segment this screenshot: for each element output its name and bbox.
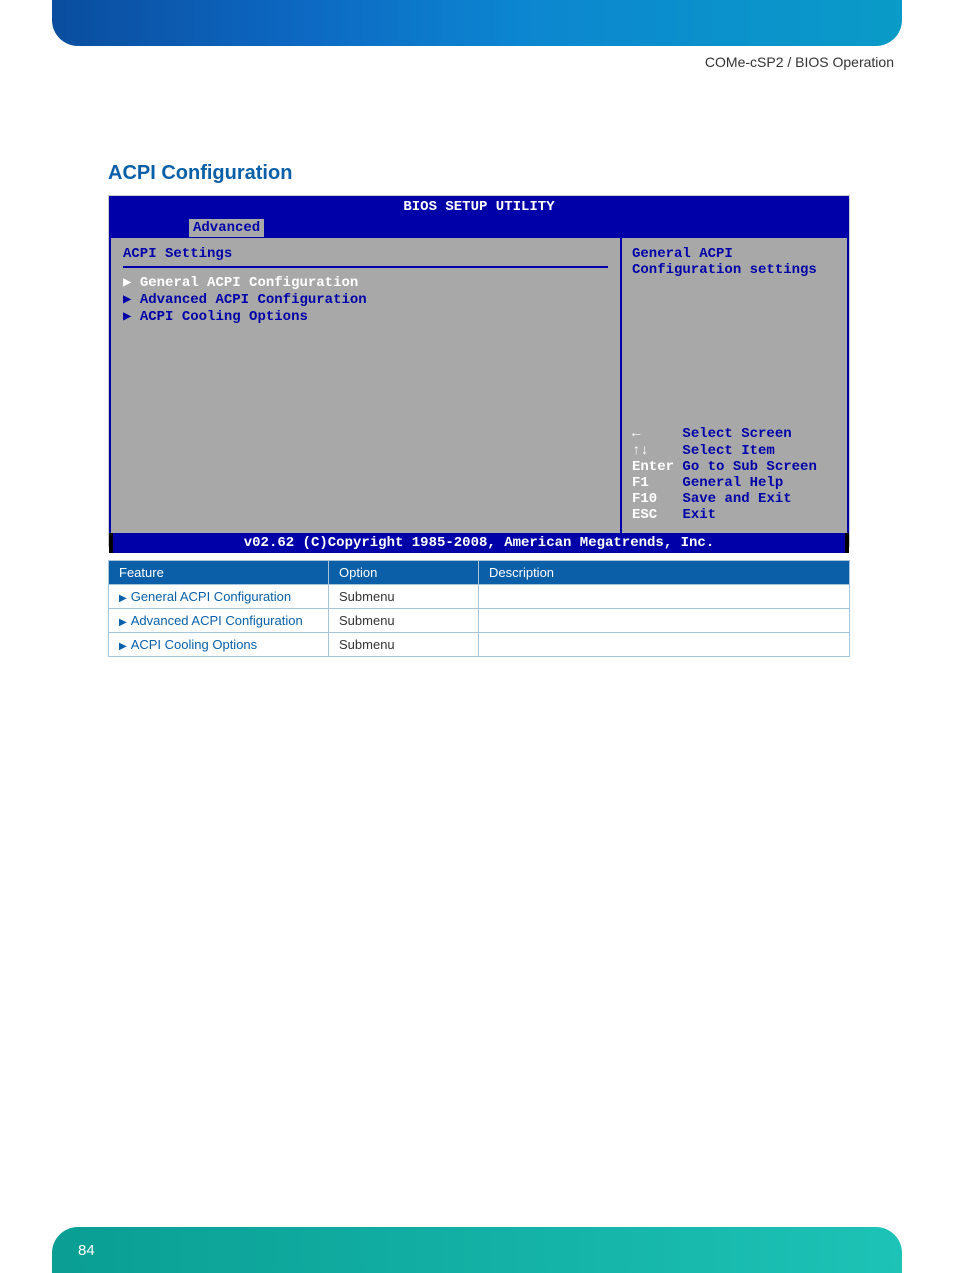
bios-side-desc: General ACPI (632, 246, 837, 262)
desc-cell (479, 633, 850, 657)
feature-table: Feature Option Description ▶ General ACPI… (108, 560, 850, 657)
triangle-icon: ▶ (119, 593, 127, 604)
table-row: ▶ ACPI Cooling Options Submenu (109, 633, 850, 657)
bios-side-panel: General ACPI Configuration settings ← Se… (622, 238, 847, 533)
col-option: Option (329, 561, 479, 585)
bios-help-keys: ← Select Screen ↑↓ Select Item Enter Go … (632, 426, 817, 523)
feature-link[interactable]: ▶ ACPI Cooling Options (109, 633, 329, 657)
bios-title-bar: BIOS SETUP UTILITY (109, 196, 849, 218)
bios-item-label: ACPI Cooling Options (140, 309, 308, 325)
feature-link[interactable]: ▶ Advanced ACPI Configuration (109, 609, 329, 633)
bios-main-panel: ACPI Settings ▶ General ACPI Configurati… (111, 238, 622, 533)
option-cell: Submenu (329, 585, 479, 609)
feature-label: Advanced ACPI Configuration (131, 613, 303, 628)
page-footer-bar (52, 1227, 902, 1273)
bios-side-desc: Configuration settings (632, 262, 837, 278)
triangle-icon: ▶ (119, 617, 127, 628)
breadcrumb: COMe-cSP2 / BIOS Operation (705, 54, 894, 70)
feature-label: ACPI Cooling Options (131, 637, 257, 652)
table-header-row: Feature Option Description (109, 561, 850, 585)
bios-item-label: General ACPI Configuration (140, 275, 358, 291)
bios-item-acpi-cooling[interactable]: ▶ ACPI Cooling Options (123, 308, 608, 325)
page-number: 84 (78, 1242, 95, 1259)
bios-footer: v02.62 (C)Copyright 1985-2008, American … (109, 533, 849, 553)
col-description: Description (479, 561, 850, 585)
bios-item-label: Advanced ACPI Configuration (140, 292, 367, 308)
bios-panel-title: ACPI Settings (123, 246, 608, 268)
table-row: ▶ Advanced ACPI Configuration Submenu (109, 609, 850, 633)
option-cell: Submenu (329, 633, 479, 657)
feature-link[interactable]: ▶ General ACPI Configuration (109, 585, 329, 609)
table-row: ▶ General ACPI Configuration Submenu (109, 585, 850, 609)
col-feature: Feature (109, 561, 329, 585)
section-title: ACPI Configuration (108, 162, 292, 185)
bios-item-advanced-acpi[interactable]: ▶ Advanced ACPI Configuration (123, 291, 608, 308)
bios-item-general-acpi[interactable]: ▶ General ACPI Configuration (123, 274, 608, 291)
feature-label: General ACPI Configuration (131, 589, 291, 604)
page-header-bar (52, 0, 902, 46)
option-cell: Submenu (329, 609, 479, 633)
desc-cell (479, 609, 850, 633)
bios-screenshot: BIOS SETUP UTILITY Advanced ACPI Setting… (108, 195, 850, 547)
bios-tab-row: Advanced (109, 218, 849, 238)
bios-tab-advanced[interactable]: Advanced (189, 219, 264, 237)
desc-cell (479, 585, 850, 609)
triangle-icon: ▶ (119, 641, 127, 652)
bios-body: ACPI Settings ▶ General ACPI Configurati… (109, 238, 849, 533)
